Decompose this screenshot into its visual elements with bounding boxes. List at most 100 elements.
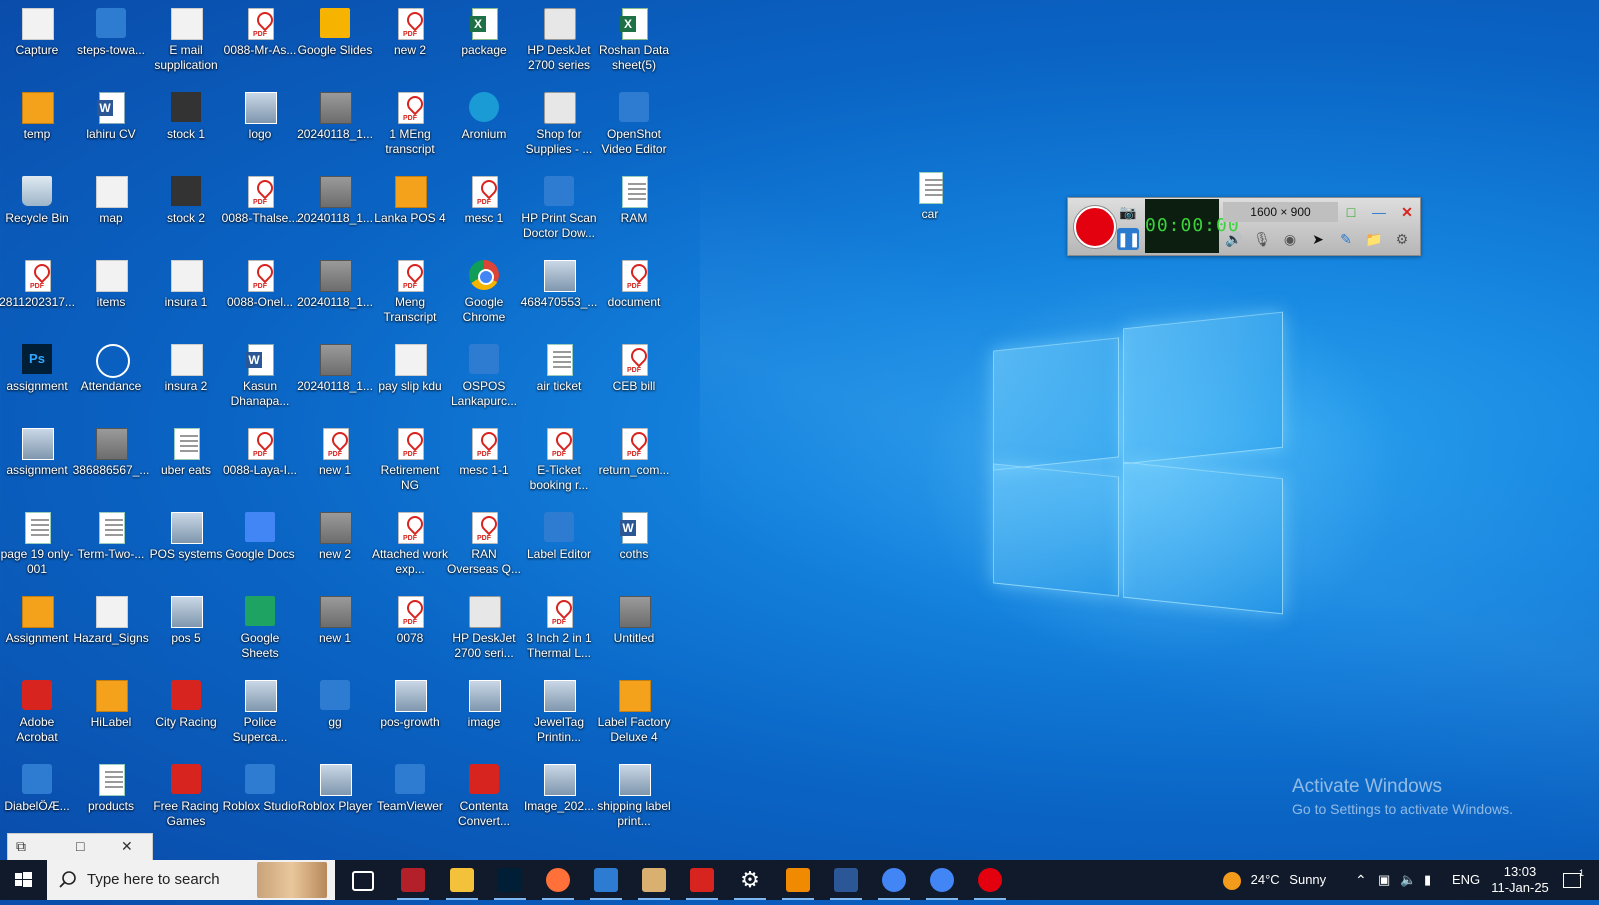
- desktop-icon[interactable]: 20240118_1...: [297, 86, 373, 166]
- desktop-icon[interactable]: Roblox Studio: [223, 758, 297, 838]
- desktop-icon[interactable]: stock 1: [149, 86, 223, 166]
- desktop-icon[interactable]: products: [74, 758, 148, 838]
- desktop-icon[interactable]: insura 1: [149, 254, 223, 334]
- folder-icon[interactable]: 📁: [1363, 228, 1385, 250]
- pen-icon[interactable]: ✎: [1335, 228, 1357, 250]
- desktop-icon[interactable]: assignment: [0, 422, 74, 502]
- desktop-icon[interactable]: package: [447, 2, 521, 82]
- desktop-icon-car[interactable]: car: [893, 166, 967, 246]
- minimized-window-stub[interactable]: ⧉ □ ✕: [7, 833, 153, 862]
- desktop-icon[interactable]: Recycle Bin: [0, 170, 74, 250]
- webcam-icon[interactable]: ◉: [1279, 228, 1301, 250]
- desktop-icon[interactable]: Aronium: [447, 86, 521, 166]
- desktop-icon[interactable]: Shop for Supplies - ...: [522, 86, 596, 166]
- desktop-icon[interactable]: RAN Overseas Q...: [447, 506, 521, 586]
- pause-button[interactable]: ❚❚: [1117, 228, 1140, 250]
- desktop-icon[interactable]: Hazard_Signs: [73, 590, 149, 670]
- notification-center-icon[interactable]: 1: [1563, 860, 1593, 900]
- record-button[interactable]: [1074, 206, 1116, 248]
- desktop-icon[interactable]: 2811202317...: [0, 254, 75, 334]
- desktop-icon[interactable]: uber eats: [149, 422, 223, 502]
- desktop-icon[interactable]: Meng Transcript: [373, 254, 447, 334]
- show-hidden-icons-chevron-up-icon[interactable]: ⌃: [1355, 860, 1367, 900]
- close-icon[interactable]: ✕: [1396, 201, 1418, 223]
- desktop-icon[interactable]: coths: [597, 506, 671, 586]
- taskbar-app-photoshop[interactable]: [488, 864, 532, 900]
- taskbar-app-task-view[interactable]: [342, 864, 386, 896]
- desktop-icon[interactable]: Adobe Acrobat: [0, 674, 74, 754]
- cursor-icon[interactable]: ➤: [1307, 228, 1329, 250]
- desktop-icon[interactable]: new 2: [373, 2, 447, 82]
- desktop-icon[interactable]: 20240118_1...: [297, 338, 373, 418]
- desktop-icon[interactable]: POS systems: [149, 506, 223, 586]
- desktop-icon[interactable]: OSPOS Lankapurc...: [447, 338, 521, 418]
- desktop-icon[interactable]: 0088-Mr-As...: [223, 2, 297, 82]
- desktop-icon[interactable]: steps-towa...: [74, 2, 148, 82]
- desktop-icon[interactable]: E-Ticket booking r...: [522, 422, 596, 502]
- desktop-icon[interactable]: temp: [0, 86, 74, 166]
- desktop-icon[interactable]: 1 MEng transcript: [373, 86, 447, 166]
- desktop-icon[interactable]: CEB bill: [597, 338, 671, 418]
- desktop-icon[interactable]: Google Docs: [223, 506, 297, 586]
- restore-icon[interactable]: ⧉: [16, 838, 26, 855]
- weather-widget[interactable]: 24°C Sunny: [1223, 860, 1326, 900]
- desktop-icon[interactable]: Free Racing Games: [149, 758, 223, 838]
- desktop-icon[interactable]: 386886567_...: [73, 422, 149, 502]
- desktop-icon[interactable]: Police Superca...: [223, 674, 297, 754]
- desktop-icon[interactable]: items: [74, 254, 148, 334]
- desktop-icon[interactable]: air ticket: [522, 338, 596, 418]
- taskbar-app-chrome-profile[interactable]: [872, 864, 916, 900]
- taskbar-app-acrobat[interactable]: [680, 864, 724, 900]
- desktop-icon[interactable]: shipping label print...: [597, 758, 671, 838]
- taskbar-app-recorder[interactable]: [968, 864, 1012, 900]
- desktop-icon[interactable]: lahiru CV: [74, 86, 148, 166]
- speaker-icon[interactable]: 🔊: [1223, 228, 1245, 250]
- desktop-icon[interactable]: pos-growth: [373, 674, 447, 754]
- desktop-icon[interactable]: Roshan Data sheet(5): [597, 2, 671, 82]
- desktop-icon[interactable]: map: [74, 170, 148, 250]
- taskbar-app-vlc[interactable]: [776, 864, 820, 900]
- desktop-icon[interactable]: JewelTag Printin...: [522, 674, 596, 754]
- taskbar-app-firefox[interactable]: [536, 864, 580, 900]
- desktop-icon[interactable]: RAM: [597, 170, 671, 250]
- desktop-icon[interactable]: Google Chrome: [447, 254, 521, 334]
- desktop-icon[interactable]: Attached work exp...: [372, 506, 448, 586]
- desktop-icon[interactable]: HiLabel: [74, 674, 148, 754]
- desktop-icon[interactable]: HP Print Scan Doctor Dow...: [521, 170, 597, 250]
- desktop-icon[interactable]: Attendance: [74, 338, 148, 418]
- desktop-icon[interactable]: Assignment: [0, 590, 74, 670]
- taskbar-app-settings[interactable]: ⚙: [728, 864, 772, 900]
- desktop-icon[interactable]: HP DeskJet 2700 seri...: [447, 590, 521, 670]
- desktop-icon[interactable]: Retirement NG: [373, 422, 447, 502]
- desktop-icon[interactable]: Untitled: [597, 590, 671, 670]
- desktop-icon[interactable]: page 19 only-001: [0, 506, 74, 586]
- desktop-icon[interactable]: 0078: [373, 590, 447, 670]
- desktop-icon[interactable]: gg: [298, 674, 372, 754]
- taskbar-app-popup-app[interactable]: [632, 864, 676, 900]
- desktop-icon[interactable]: City Racing: [149, 674, 223, 754]
- desktop-icon[interactable]: 0088-Laya-I...: [223, 422, 297, 502]
- desktop-icon[interactable]: DiabelÖÆ...: [0, 758, 74, 838]
- desktop-icon[interactable]: pay slip kdu: [373, 338, 447, 418]
- taskbar-search-box[interactable]: Type here to search: [47, 860, 335, 900]
- taskbar-app-chrome[interactable]: [920, 864, 964, 900]
- minimize-icon[interactable]: —: [1368, 201, 1390, 223]
- desktop-icon[interactable]: mesc 1: [447, 170, 521, 250]
- desktop-icon[interactable]: 20240118_1...: [297, 254, 373, 334]
- desktop-icon[interactable]: Kasun Dhanapa...: [223, 338, 297, 418]
- desktop-icon[interactable]: image: [447, 674, 521, 754]
- desktop-icon[interactable]: new 1: [298, 422, 372, 502]
- start-button[interactable]: [0, 860, 46, 900]
- desktop-icon[interactable]: assignment: [0, 338, 74, 418]
- microphone-icon[interactable]: 🎙: [1251, 228, 1273, 250]
- desktop-icon[interactable]: logo: [223, 86, 297, 166]
- desktop-icon[interactable]: new 2: [298, 506, 372, 586]
- region-select-icon[interactable]: □: [1340, 201, 1362, 223]
- taskbar-app-file-explorer[interactable]: [440, 864, 484, 900]
- taskbar-app-mendeley[interactable]: [391, 864, 435, 900]
- desktop-icon[interactable]: Label Editor: [522, 506, 596, 586]
- desktop-icon[interactable]: Term-Two-...: [74, 506, 148, 586]
- desktop-icon[interactable]: Capture: [0, 2, 74, 82]
- desktop-icon[interactable]: 0088-Onel...: [223, 254, 297, 334]
- desktop-icon[interactable]: OpenShot Video Editor: [597, 86, 671, 166]
